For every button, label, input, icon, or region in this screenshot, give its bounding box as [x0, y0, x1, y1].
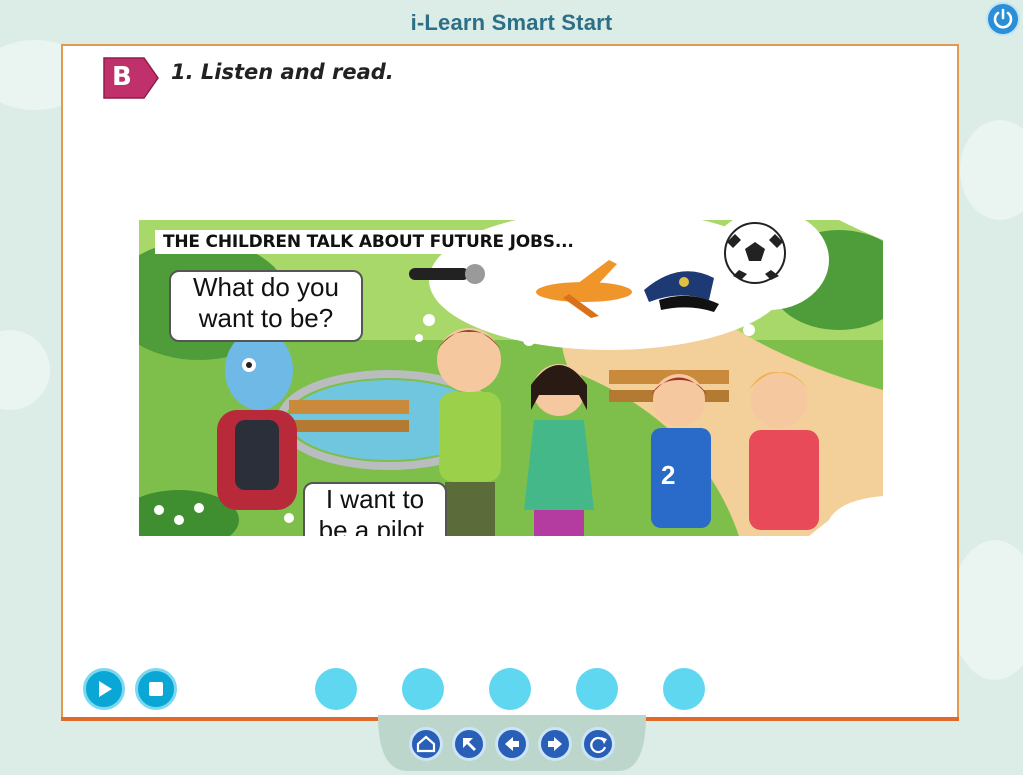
home-button[interactable] — [409, 727, 443, 761]
page-dot-5[interactable] — [663, 668, 705, 710]
previous-button[interactable] — [495, 727, 529, 761]
speech-bubble-answer: I want to be a pilot. — [303, 482, 447, 536]
play-button[interactable] — [83, 668, 125, 710]
page-dot-4[interactable] — [576, 668, 618, 710]
bubble-answer-line2: be a pilot. — [318, 515, 432, 536]
bubble-question-line2: want to be? — [198, 303, 334, 333]
bubble-question-line1: What do you — [193, 272, 339, 302]
instruction-text: 1. Listen and read. — [171, 60, 394, 84]
refresh-button[interactable] — [581, 727, 615, 761]
section-badge-letter: B — [112, 62, 132, 92]
power-icon — [993, 8, 1013, 29]
speech-bubble-question: What do you want to be? — [169, 270, 363, 342]
background-cloud — [0, 330, 50, 410]
next-icon — [548, 737, 562, 751]
stop-icon — [149, 682, 163, 696]
story-illustration: THE CHILDREN TALK ABOUT FUTURE JOBS... W… — [139, 220, 883, 536]
page-dot-3[interactable] — [489, 668, 531, 710]
next-button[interactable] — [538, 727, 572, 761]
scene-background — [139, 220, 883, 536]
soccer-ball-icon — [724, 222, 786, 284]
shirt-number: 2 — [661, 460, 676, 490]
background-cloud — [950, 540, 1023, 680]
back-up-button[interactable] — [452, 727, 486, 761]
scene-caption: THE CHILDREN TALK ABOUT FUTURE JOBS... — [155, 230, 582, 254]
home-icon — [416, 735, 436, 753]
lesson-panel: B 1. Listen and read. THE CHILDREN TALK … — [61, 44, 959, 720]
refresh-icon — [590, 736, 607, 754]
background-cloud — [960, 120, 1023, 220]
app-title: i-Learn Smart Start — [410, 10, 613, 35]
section-badge: B — [100, 56, 160, 100]
bubble-answer-line1: I want to — [325, 484, 425, 514]
page-dot-1[interactable] — [315, 668, 357, 710]
play-icon — [99, 681, 112, 697]
back-up-icon — [463, 738, 476, 751]
previous-icon — [505, 737, 519, 751]
stop-button[interactable] — [135, 668, 177, 710]
page-dot-2[interactable] — [402, 668, 444, 710]
bottom-navigation — [378, 715, 646, 775]
power-button[interactable] — [986, 2, 1020, 36]
